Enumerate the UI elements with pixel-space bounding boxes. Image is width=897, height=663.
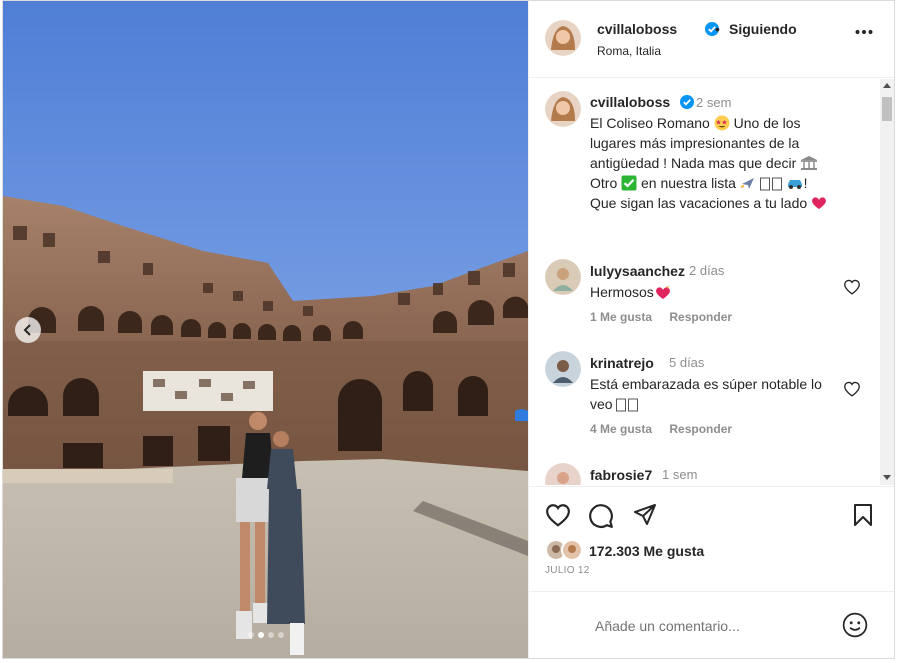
heart-icon[interactable] <box>843 381 861 397</box>
caption-username[interactable]: cvillaloboss <box>590 94 670 110</box>
avatar[interactable] <box>545 20 581 56</box>
heart-icon[interactable] <box>545 503 571 527</box>
comment-time[interactable]: 2 días <box>689 263 724 278</box>
add-comment-bar: Añade un comentario... <box>529 591 894 658</box>
comment-username[interactable]: krinatrejo <box>590 355 654 371</box>
scroll-thumb[interactable] <box>882 97 892 121</box>
caption-line: Que sigan las vacaciones a tu lado <box>590 195 808 211</box>
chevron-left-icon <box>23 324 31 336</box>
post-date[interactable]: JULIO 12 <box>545 565 590 576</box>
comment-likes[interactable]: 4 Me gusta <box>590 422 652 436</box>
comment-input[interactable]: Añade un comentario... <box>595 618 740 634</box>
comment-item: lulyysaanchez 2 días Hermosos 1 Me gusta… <box>529 259 894 349</box>
caption-line: antigüedad ! Nada mas que decir <box>590 155 797 171</box>
caption-text: El Coliseo Romano Uno de los lugares más… <box>590 113 860 213</box>
caption-line: Otro <box>590 175 618 191</box>
reply-button[interactable]: Responder <box>669 310 732 324</box>
following-button[interactable]: Siguiendo <box>729 21 797 37</box>
avatar[interactable] <box>545 91 581 127</box>
comment-text: Hermosos <box>590 282 830 302</box>
caption-line: en nuestra lista <box>641 175 736 191</box>
post-photo[interactable] <box>3 1 528 658</box>
post-header: cvillaloboss • Siguiendo Roma, Italia <box>529 1 894 78</box>
post-actions: 172.303 Me gusta JULIO 12 <box>529 486 894 586</box>
reply-button[interactable]: Responder <box>669 422 732 436</box>
header-separator: • <box>715 21 720 37</box>
more-icon[interactable] <box>855 29 873 35</box>
avatar[interactable] <box>545 463 581 485</box>
check-mark-button-emoji-icon <box>621 175 637 191</box>
share-icon[interactable] <box>633 503 657 527</box>
comment-meta: 4 Me gusta Responder <box>590 422 746 436</box>
caption-line: El Coliseo Romano <box>590 115 710 131</box>
flag-emoji-icon <box>759 177 782 191</box>
colosseum-photo <box>3 1 528 658</box>
carousel-dots <box>3 632 528 638</box>
comment-icon[interactable] <box>588 503 614 529</box>
classical-building-emoji-icon <box>801 156 818 170</box>
caption-time[interactable]: 2 sem <box>696 95 731 110</box>
likes-count[interactable]: 172.303 Me gusta <box>589 543 704 559</box>
verified-icon <box>680 95 694 109</box>
scroll-down-arrow[interactable] <box>883 475 891 480</box>
heart-on-fire-emoji-icon <box>655 286 670 299</box>
comment-item: krinatrejo 5 días Está embarazada es súp… <box>529 351 894 441</box>
comment-likes[interactable]: 1 Me gusta <box>590 310 652 324</box>
comment-meta: 1 Me gusta Responder <box>590 310 746 324</box>
emoji-icon[interactable] <box>842 612 868 638</box>
header-username[interactable]: cvillaloboss <box>597 21 677 37</box>
post-details-panel: cvillaloboss • Siguiendo Roma, Italia cv… <box>528 1 894 658</box>
comment-text: Está embarazada es súper notable lo veo <box>590 374 830 414</box>
caption-line: lugares más impresionantes de la <box>590 135 800 151</box>
caption-line: ! <box>803 175 808 191</box>
comment-username[interactable]: fabrosie7 <box>590 467 652 483</box>
comments-scrollbar[interactable] <box>880 79 894 485</box>
red-heart-emoji-icon <box>812 197 826 209</box>
comments-list[interactable]: cvillaloboss 2 sem El Coliseo Romano Uno… <box>529 79 894 485</box>
previous-photo-button[interactable] <box>15 317 41 343</box>
star-struck-emoji-icon <box>714 115 730 131</box>
liker-avatar <box>561 539 583 561</box>
car-emoji-icon <box>787 180 802 189</box>
caption-line: Uno de los <box>733 115 801 131</box>
emoji-placeholder-icon <box>616 398 639 412</box>
comment-time[interactable]: 1 sem <box>662 467 697 482</box>
bookmark-icon[interactable] <box>852 503 874 527</box>
instagram-post: cvillaloboss • Siguiendo Roma, Italia cv… <box>2 0 895 659</box>
post-location[interactable]: Roma, Italia <box>597 44 661 58</box>
airplane-emoji-icon <box>740 178 754 189</box>
carousel-dot <box>247 632 254 638</box>
comment-time[interactable]: 5 días <box>669 355 704 370</box>
avatar[interactable] <box>545 259 581 295</box>
comment-item: fabrosie7 1 sem <box>529 463 894 485</box>
avatar[interactable] <box>545 351 581 387</box>
comment-username[interactable]: lulyysaanchez <box>590 263 685 279</box>
heart-icon[interactable] <box>843 279 861 295</box>
carousel-dot <box>277 632 284 638</box>
carousel-dot-active <box>257 632 264 638</box>
scroll-up-arrow[interactable] <box>883 83 891 88</box>
carousel-dot <box>267 632 274 638</box>
comment-body: Hermosos <box>590 284 654 300</box>
